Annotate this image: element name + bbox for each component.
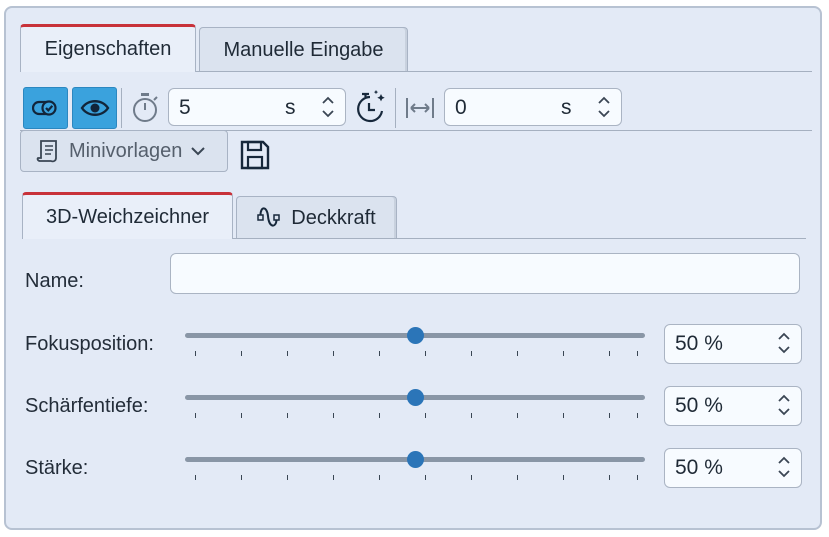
slider-thumb[interactable] [406, 327, 424, 344]
slider-tick [637, 413, 638, 418]
duration-stepper[interactable]: 5 s [168, 88, 346, 126]
slider-tick [195, 351, 196, 356]
slider-tick [195, 475, 196, 480]
slider-tick [287, 475, 288, 480]
slider-tick [471, 351, 472, 356]
slider-tick [379, 475, 380, 480]
name-input[interactable] [170, 253, 800, 294]
slider-tick [379, 351, 380, 356]
toggle-visibility-button[interactable] [23, 87, 68, 129]
eye-icon [80, 100, 109, 116]
slider-tick [609, 351, 610, 356]
percent-value: 50 % [675, 456, 723, 479]
slider-tick [563, 413, 564, 418]
toolbar-separator [121, 88, 122, 128]
preview-eye-button[interactable] [72, 87, 117, 129]
tab-label: Deckkraft [291, 206, 376, 229]
name-label: Name: [25, 270, 84, 292]
slider-tick [517, 351, 518, 356]
slider-label: Stärke: [25, 457, 89, 479]
opacity-curve-icon [257, 207, 281, 227]
duration-value: 5 [179, 96, 191, 119]
offset-value: 0 [455, 96, 467, 119]
slider-tick [517, 475, 518, 480]
slider-tick [563, 351, 564, 356]
stepper-arrows-icon[interactable] [322, 95, 334, 119]
percent-stepper[interactable]: 50 % [664, 448, 802, 488]
toolbar-separator [395, 88, 396, 128]
slider-tick [609, 413, 610, 418]
spacing-arrows-icon [405, 96, 435, 125]
document-icon [36, 140, 57, 163]
value-slider[interactable] [185, 448, 645, 488]
duration-unit: s [285, 96, 296, 119]
value-slider[interactable] [185, 386, 645, 426]
percent-stepper[interactable]: 50 % [664, 324, 802, 364]
stepper-arrows-icon[interactable] [778, 455, 790, 479]
slider-tick [333, 351, 334, 356]
tab-label: Eigenschaften [44, 38, 172, 60]
slider-thumb[interactable] [406, 389, 424, 406]
tab-eigenschaften[interactable]: Eigenschaften [20, 24, 196, 72]
minivorlagen-dropdown[interactable]: Minivorlagen [20, 130, 228, 172]
slider-label: Schärfentiefe: [25, 395, 149, 417]
slider-tick [425, 351, 426, 356]
slider-tick [333, 475, 334, 480]
stepper-arrows-icon[interactable] [778, 393, 790, 417]
slider-tick [609, 475, 610, 480]
slider-tick [563, 475, 564, 480]
slider-tick [425, 413, 426, 418]
slider-tick [241, 475, 242, 480]
slider-tick [471, 475, 472, 480]
tab-label: Manuelle Eingabe [223, 38, 384, 61]
percent-value: 50 % [675, 332, 723, 355]
slider-thumb[interactable] [406, 451, 424, 468]
sync-time-icon[interactable] [354, 89, 388, 130]
tab-3d-weichzeichner[interactable]: 3D-Weichzeichner [22, 192, 233, 239]
dropdown-label: Minivorlagen [69, 139, 183, 162]
slider-tick [637, 351, 638, 356]
slider-tick [333, 413, 334, 418]
value-slider[interactable] [185, 324, 645, 364]
offset-unit: s [561, 96, 572, 119]
save-icon[interactable] [240, 140, 270, 175]
slider-tick [241, 351, 242, 356]
slider-tick [471, 413, 472, 418]
slider-tick [637, 475, 638, 480]
percent-value: 50 % [675, 394, 723, 417]
percent-stepper[interactable]: 50 % [664, 386, 802, 426]
toggle-check-icon [31, 100, 57, 116]
slider-tick [517, 413, 518, 418]
slider-tick [287, 351, 288, 356]
slider-label: Fokusposition: [25, 333, 154, 355]
stepper-arrows-icon[interactable] [778, 331, 790, 355]
slider-tick [241, 413, 242, 418]
tab-deckkraft[interactable]: Deckkraft [236, 196, 397, 239]
tab-label: 3D-Weichzeichner [45, 205, 210, 228]
slider-tick [195, 413, 196, 418]
offset-stepper[interactable]: 0 s [444, 88, 622, 126]
stopwatch-icon [131, 92, 159, 129]
stepper-arrows-icon[interactable] [598, 95, 610, 119]
slider-tick [379, 413, 380, 418]
slider-tick [287, 413, 288, 418]
tab-manuelle-eingabe[interactable]: Manuelle Eingabe [199, 27, 408, 72]
chevron-down-icon [191, 147, 206, 156]
slider-tick [425, 475, 426, 480]
